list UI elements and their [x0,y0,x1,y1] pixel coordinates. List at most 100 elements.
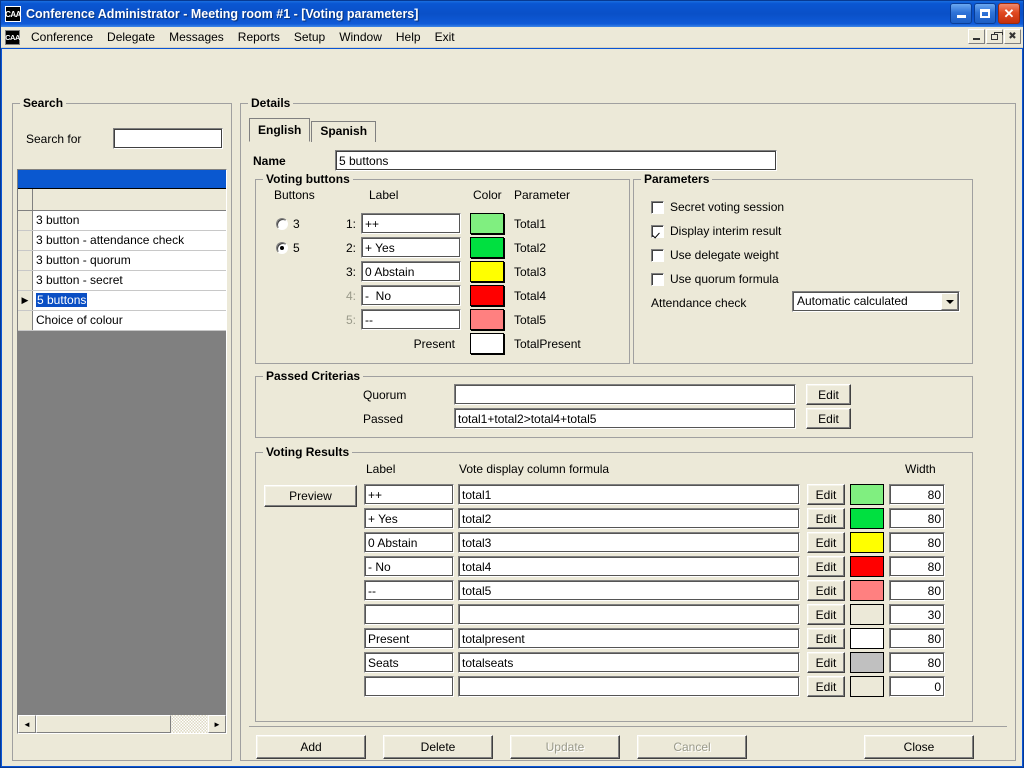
result-formula-input-8[interactable] [458,652,800,673]
result-edit-button-1[interactable]: Edit [807,484,845,505]
voting-button-label-input-2[interactable] [361,237,461,258]
result-label-input-5[interactable] [364,580,454,601]
minimize-button[interactable] [950,3,972,24]
checkbox-use-quorum-formula[interactable]: Use quorum formula [651,272,779,286]
scroll-right-icon[interactable]: ► [208,715,226,733]
menu-item-messages[interactable]: Messages [162,28,231,46]
result-color-swatch-2[interactable] [850,508,884,529]
quorum-edit-button[interactable]: Edit [806,384,851,405]
menu-item-reports[interactable]: Reports [231,28,287,46]
result-label-input-7[interactable] [364,628,454,649]
list-item[interactable]: 3 button [18,211,226,231]
horizontal-scrollbar[interactable]: ◄ ► [18,714,226,733]
search-input[interactable] [113,128,223,149]
result-color-swatch-1[interactable] [850,484,884,505]
tab-english[interactable]: English [249,118,311,142]
result-label-input-2[interactable] [364,508,454,529]
color-swatch-3[interactable] [470,261,504,282]
radio-buttons-5[interactable]: 5 [276,241,300,255]
menu-item-window[interactable]: Window [332,28,389,46]
result-color-swatch-9[interactable] [850,676,884,697]
passed-formula-input[interactable] [454,408,796,429]
mdi-restore-button[interactable] [986,29,1003,44]
list-item[interactable]: 3 button - quorum [18,251,226,271]
result-formula-input-3[interactable] [458,532,800,553]
mdi-close-button[interactable]: ✖ [1004,29,1021,44]
checkbox-secret-voting-session[interactable]: Secret voting session [651,200,784,214]
result-width-input-1[interactable] [889,484,945,505]
result-formula-input-2[interactable] [458,508,800,529]
menu-item-conference[interactable]: Conference [24,28,100,46]
result-edit-button-5[interactable]: Edit [807,580,845,601]
color-swatch-present[interactable] [470,333,504,354]
color-swatch-1[interactable] [470,213,504,234]
checkbox-use-delegate-weight[interactable]: Use delegate weight [651,248,779,262]
result-formula-input-5[interactable] [458,580,800,601]
close-dialog-button[interactable]: Close [864,735,974,759]
result-width-input-7[interactable] [889,628,945,649]
menu-item-setup[interactable]: Setup [287,28,332,46]
passed-edit-button[interactable]: Edit [806,408,851,429]
checkbox-display-interim-result[interactable]: Display interim result [651,224,781,238]
result-edit-button-6[interactable]: Edit [807,604,845,625]
add-button[interactable]: Add [256,735,366,759]
result-width-input-8[interactable] [889,652,945,673]
name-input[interactable] [335,150,777,171]
result-edit-button-7[interactable]: Edit [807,628,845,649]
result-width-input-6[interactable] [889,604,945,625]
color-swatch-5[interactable] [470,309,504,330]
list-item-selected[interactable]: ▶ 5 buttons [18,291,226,311]
result-width-input-9[interactable] [889,676,945,697]
scrollbar-thumb[interactable] [36,715,171,733]
maximize-button[interactable] [974,3,996,24]
preview-button[interactable]: Preview [264,485,357,507]
result-label-input-9[interactable] [364,676,454,697]
result-edit-button-3[interactable]: Edit [807,532,845,553]
search-results-grid[interactable]: 3 button 3 button - attendance check 3 b… [17,169,227,734]
result-formula-input-6[interactable] [458,604,800,625]
result-formula-input-1[interactable] [458,484,800,505]
close-button[interactable]: ✕ [998,3,1020,24]
attendance-check-dropdown[interactable]: Automatic calculated [792,291,960,312]
result-label-input-4[interactable] [364,556,454,577]
result-color-swatch-5[interactable] [850,580,884,601]
result-width-input-3[interactable] [889,532,945,553]
result-formula-input-7[interactable] [458,628,800,649]
list-item[interactable]: Choice of colour [18,311,226,331]
result-width-input-2[interactable] [889,508,945,529]
result-width-input-4[interactable] [889,556,945,577]
result-label-input-1[interactable] [364,484,454,505]
result-edit-button-4[interactable]: Edit [807,556,845,577]
chevron-down-icon[interactable] [941,293,958,310]
result-color-swatch-7[interactable] [850,628,884,649]
result-label-input-8[interactable] [364,652,454,673]
radio-buttons-3[interactable]: 3 [276,217,300,231]
color-swatch-4[interactable] [470,285,504,306]
result-color-swatch-6[interactable] [850,604,884,625]
result-color-swatch-4[interactable] [850,556,884,577]
result-width-input-5[interactable] [889,580,945,601]
color-swatch-2[interactable] [470,237,504,258]
menu-item-delegate[interactable]: Delegate [100,28,162,46]
scrollbar-track[interactable] [171,715,208,733]
result-color-swatch-8[interactable] [850,652,884,673]
mdi-minimize-button[interactable] [968,29,985,44]
result-label-input-3[interactable] [364,532,454,553]
result-formula-input-9[interactable] [458,676,800,697]
voting-button-label-input-5[interactable] [361,309,461,330]
result-color-swatch-3[interactable] [850,532,884,553]
voting-button-label-input-3[interactable] [361,261,461,282]
menu-item-exit[interactable]: Exit [428,28,462,46]
voting-button-label-input-1[interactable] [361,213,461,234]
result-edit-button-2[interactable]: Edit [807,508,845,529]
scroll-left-icon[interactable]: ◄ [18,715,36,733]
mdi-child-icon[interactable]: CAA [5,29,20,45]
menu-item-help[interactable]: Help [389,28,428,46]
list-item[interactable]: 3 button - attendance check [18,231,226,251]
list-item[interactable]: 3 button - secret [18,271,226,291]
quorum-formula-input[interactable] [454,384,796,405]
result-edit-button-9[interactable]: Edit [807,676,845,697]
result-formula-input-4[interactable] [458,556,800,577]
result-edit-button-8[interactable]: Edit [807,652,845,673]
tab-spanish[interactable]: Spanish [311,121,377,142]
